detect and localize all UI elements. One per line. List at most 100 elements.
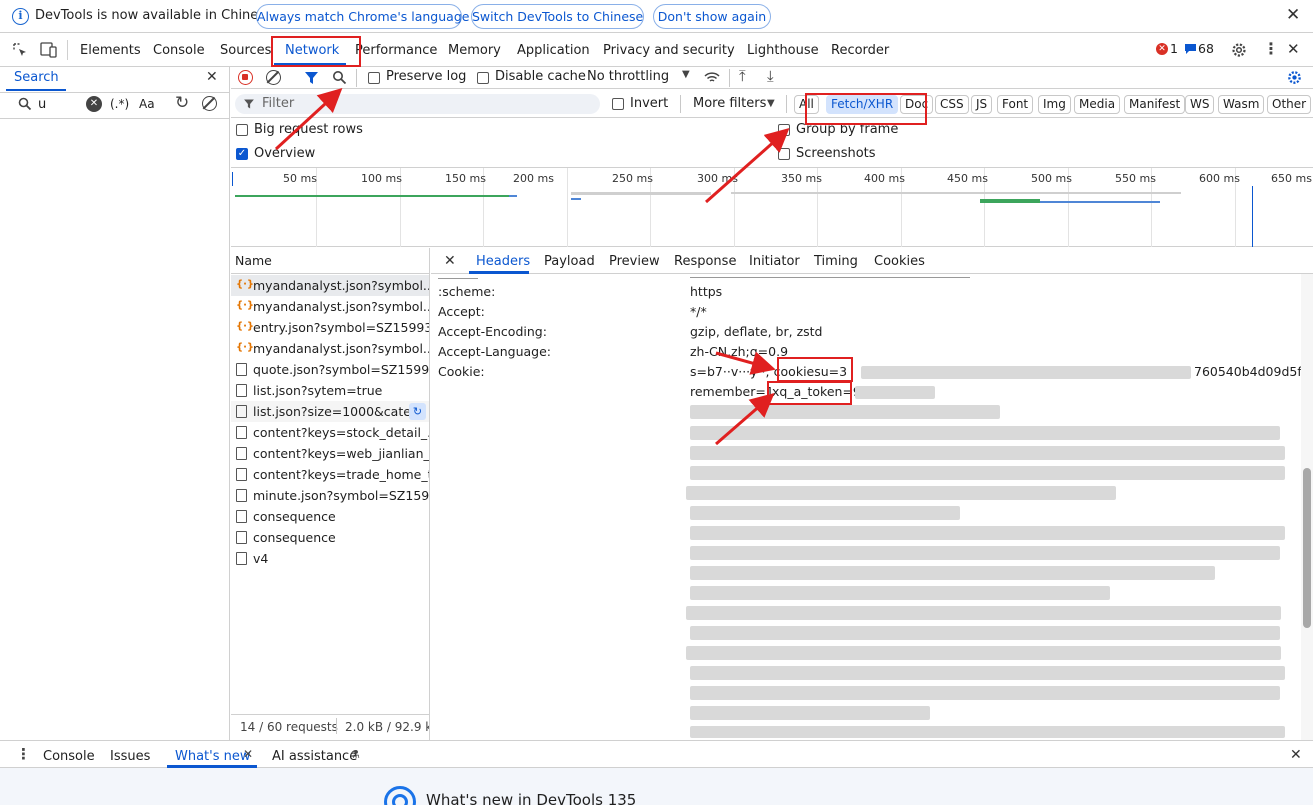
- filter-chip-font[interactable]: Font: [997, 95, 1034, 114]
- scrolled-header-fragment: [438, 274, 478, 279]
- tab-memory[interactable]: Memory: [448, 43, 501, 58]
- inspect-element-icon[interactable]: [12, 42, 28, 58]
- column-header-name[interactable]: Name: [235, 253, 272, 268]
- tab-console[interactable]: Console: [153, 43, 205, 58]
- filter-chip-other[interactable]: Other: [1267, 95, 1312, 114]
- request-row[interactable]: content?keys=web_jianlian_...: [231, 443, 429, 464]
- clear-results-icon[interactable]: [202, 96, 217, 111]
- request-name: list.json?sytem=true: [253, 383, 383, 398]
- network-conditions-icon[interactable]: [703, 70, 721, 85]
- divider: [0, 118, 229, 119]
- drawer-tab-ai-assistance[interactable]: AI assistance: [272, 749, 357, 764]
- disable-cache-checkbox[interactable]: [477, 72, 489, 84]
- tab-payload[interactable]: Payload: [544, 254, 595, 269]
- network-settings-gear-icon[interactable]: [1286, 69, 1303, 86]
- close-devtools-icon[interactable]: ✕: [1287, 42, 1300, 57]
- big-request-rows-checkbox[interactable]: [236, 124, 248, 136]
- always-match-language-button[interactable]: Always match Chrome's language: [256, 4, 469, 29]
- search-input[interactable]: u: [38, 97, 46, 112]
- request-row[interactable]: {·} myandanalyst.json?symbol...: [231, 275, 429, 296]
- redacted-text: [690, 566, 1215, 580]
- request-row[interactable]: v4: [231, 548, 429, 569]
- close-search-icon[interactable]: ✕: [206, 70, 218, 84]
- import-har-icon[interactable]: ⤒: [739, 67, 746, 85]
- filter-chip-css[interactable]: CSS: [935, 95, 969, 114]
- filter-chip-media[interactable]: Media: [1074, 95, 1121, 114]
- close-drawer-icon[interactable]: ✕: [1290, 748, 1302, 762]
- settings-gear-icon[interactable]: [1230, 41, 1248, 59]
- more-options-icon[interactable]: ⋮: [1263, 39, 1279, 58]
- tab-lighthouse[interactable]: Lighthouse: [747, 43, 819, 58]
- device-toolbar-icon[interactable]: [40, 42, 58, 58]
- redacted-text: [686, 646, 1281, 660]
- request-row[interactable]: {·} myandanalyst.json?symbol...: [231, 296, 429, 317]
- export-har-icon[interactable]: ⤓: [767, 67, 774, 85]
- request-row[interactable]: quote.json?symbol=SZ1599...: [231, 359, 429, 380]
- drawer-tab-console[interactable]: Console: [43, 749, 95, 764]
- filter-chip-ws[interactable]: WS: [1185, 95, 1215, 114]
- replay-request-icon[interactable]: ↻: [409, 403, 426, 420]
- more-filters-dropdown[interactable]: More filters: [693, 96, 766, 111]
- request-row[interactable]: content?keys=stock_detail_...: [231, 422, 429, 443]
- tab-application[interactable]: Application: [517, 43, 590, 58]
- divider: [0, 92, 229, 93]
- match-case-toggle[interactable]: Aa: [139, 97, 155, 111]
- drawer-tab-issues[interactable]: Issues: [110, 749, 150, 764]
- tab-cookies[interactable]: Cookies: [874, 254, 925, 269]
- filter-icon[interactable]: [304, 70, 319, 86]
- request-name: content?keys=trade_home_t...: [253, 467, 429, 482]
- annotation-box-cookiesu: [777, 357, 853, 382]
- tab-response[interactable]: Response: [674, 254, 736, 269]
- tab-recorder[interactable]: Recorder: [831, 43, 889, 58]
- throttling-select[interactable]: No throttling: [587, 69, 669, 84]
- request-row[interactable]: consequence: [231, 527, 429, 548]
- scrollbar-thumb[interactable]: [1303, 468, 1311, 628]
- timeline-tick: 100 ms: [361, 172, 402, 185]
- message-count[interactable]: 68: [1198, 41, 1214, 56]
- request-row[interactable]: list.json?sytem=true: [231, 380, 429, 401]
- filter-chip-wasm[interactable]: Wasm: [1218, 95, 1265, 114]
- search-pane: Search ✕ u ✕ (.*) Aa ↻: [0, 67, 230, 740]
- close-detail-icon[interactable]: ✕: [444, 254, 456, 268]
- request-row[interactable]: minute.json?symbol=SZ159...: [231, 485, 429, 506]
- network-overview-timeline[interactable]: 50 ms 100 ms 150 ms 200 ms 250 ms 300 ms…: [231, 167, 1313, 247]
- screenshots-checkbox[interactable]: [778, 148, 790, 160]
- dont-show-again-button[interactable]: Don't show again: [653, 4, 771, 29]
- tab-preview[interactable]: Preview: [609, 254, 660, 269]
- request-row[interactable]: {·} entry.json?symbol=SZ159934: [231, 317, 429, 338]
- request-row[interactable]: list.json?size=1000&cate... ↻: [231, 401, 429, 422]
- overview-checkbox[interactable]: ✓: [236, 148, 248, 160]
- drawer-menu-icon[interactable]: ⋮: [16, 745, 31, 763]
- group-by-frame-checkbox[interactable]: [778, 124, 790, 136]
- tab-elements[interactable]: Elements: [80, 43, 141, 58]
- request-row[interactable]: consequence: [231, 506, 429, 527]
- clear-search-icon[interactable]: ✕: [86, 96, 102, 112]
- request-row[interactable]: {·} myandanalyst.json?symbol...: [231, 338, 429, 359]
- clear-network-icon[interactable]: [266, 70, 281, 85]
- search-pane-title[interactable]: Search: [14, 70, 59, 85]
- search-network-icon[interactable]: [332, 70, 347, 85]
- filter-chip-js[interactable]: JS: [971, 95, 993, 114]
- request-row[interactable]: content?keys=trade_home_t...: [231, 464, 429, 485]
- close-tab-icon[interactable]: ✕: [243, 747, 253, 761]
- switch-to-chinese-button[interactable]: Switch DevTools to Chinese: [471, 4, 644, 29]
- filter-chip-manifest[interactable]: Manifest: [1124, 95, 1186, 114]
- record-icon[interactable]: [238, 70, 253, 85]
- document-file-icon: [236, 489, 247, 502]
- regex-toggle[interactable]: (.*): [110, 97, 129, 111]
- tab-privacy-security[interactable]: Privacy and security: [603, 43, 735, 58]
- refresh-icon[interactable]: ↻: [175, 93, 189, 113]
- tab-sources[interactable]: Sources: [220, 43, 271, 58]
- preserve-log-checkbox[interactable]: [368, 72, 380, 84]
- drawer-tab-whats-new[interactable]: What's new: [175, 749, 251, 764]
- request-name: entry.json?symbol=SZ159934: [253, 320, 429, 335]
- error-count[interactable]: 1: [1170, 41, 1178, 56]
- invert-checkbox[interactable]: [612, 98, 624, 110]
- filter-input[interactable]: Filter: [235, 94, 600, 114]
- filter-chip-img[interactable]: Img: [1038, 95, 1071, 114]
- tab-performance[interactable]: Performance: [355, 43, 437, 58]
- tab-timing[interactable]: Timing: [814, 254, 858, 269]
- tab-initiator[interactable]: Initiator: [749, 254, 800, 269]
- close-infobar-icon[interactable]: ✕: [1286, 7, 1300, 24]
- tab-headers[interactable]: Headers: [476, 254, 530, 269]
